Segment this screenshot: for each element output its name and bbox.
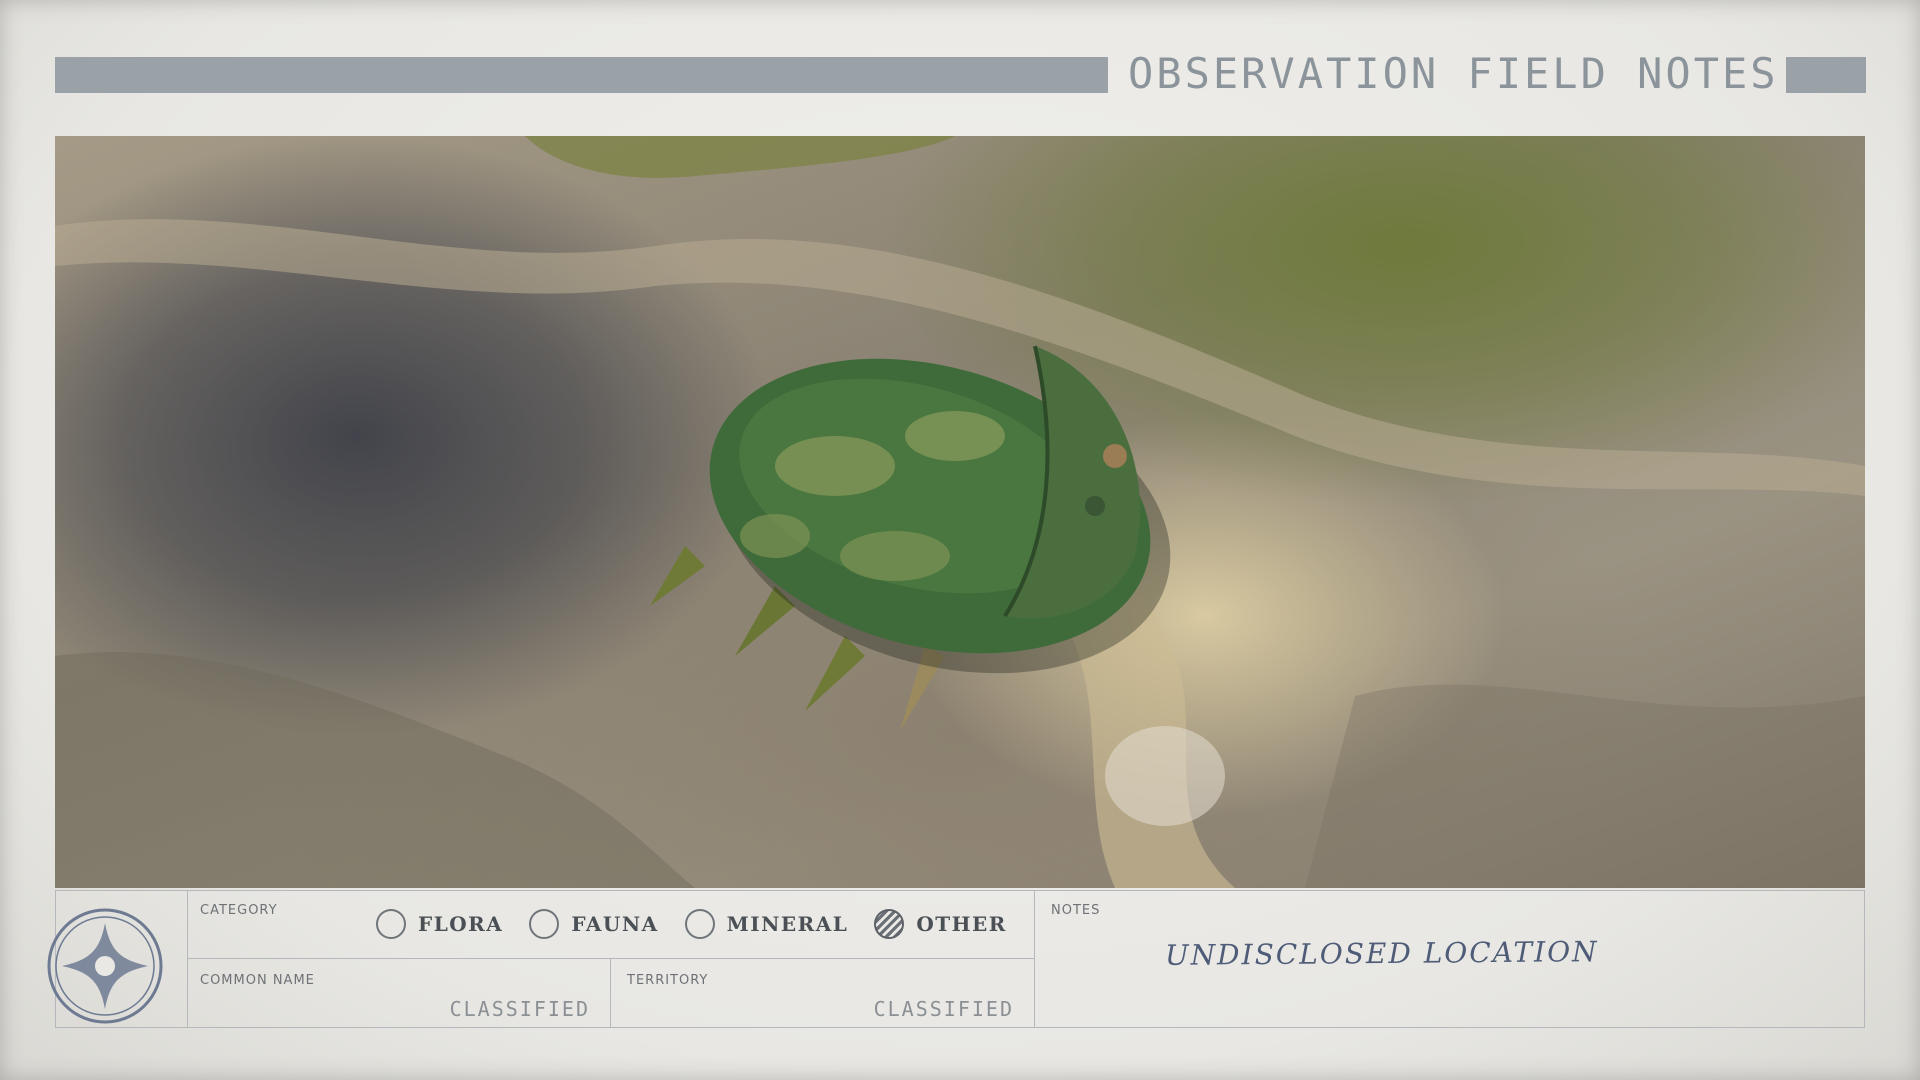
option-label: FAUNA [571,912,659,936]
star-seal-icon [47,908,163,1024]
creature-scene [55,136,1865,888]
notes-text: UNDISCLOSED LOCATION [1164,935,1599,972]
empty-radio[interactable] [684,909,715,939]
category-label: CATEGORY [200,903,278,918]
field-notes-card: OBSERVATION FIELD NOTES CATEGORY FLORA F… [0,0,1920,1080]
page-title: OBSERVATION FIELD NOTES [1128,49,1779,98]
header-bar-right [1786,57,1866,93]
details-panel: CATEGORY FLORA FAUNA MINERAL OTHER COMMO… [47,890,1865,1028]
category-row: CATEGORY FLORA FAUNA MINERAL OTHER [188,891,1034,959]
territory-label: TERRITORY [627,973,709,988]
notes-cell: NOTES UNDISCLOSED LOCATION [1034,891,1864,1027]
empty-radio[interactable] [529,909,560,939]
option-label: OTHER [916,912,1007,936]
territory-cell: TERRITORY CLASSIFIED [611,959,1034,1027]
option-label: FLORA [418,912,504,936]
common-name-cell: COMMON NAME CLASSIFIED [188,959,611,1027]
category-option-mineral[interactable]: MINERAL [684,909,849,939]
common-name-label: COMMON NAME [200,973,315,988]
category-option-fauna[interactable]: FAUNA [529,909,658,939]
common-name-value: CLASSIFIED [449,997,590,1021]
category-option-flora[interactable]: FLORA [376,909,503,939]
option-label: MINERAL [726,912,849,936]
territory-value: CLASSIFIED [873,997,1014,1021]
observation-photo [55,136,1865,888]
hatched-radio[interactable] [874,909,905,939]
category-option-other[interactable]: OTHER [874,909,1007,939]
empty-radio[interactable] [376,909,406,939]
notes-label: NOTES [1051,903,1101,918]
seal-cell [47,891,188,1027]
category-options: FLORA FAUNA MINERAL OTHER [376,909,1033,939]
header-bar-left [55,57,1108,93]
